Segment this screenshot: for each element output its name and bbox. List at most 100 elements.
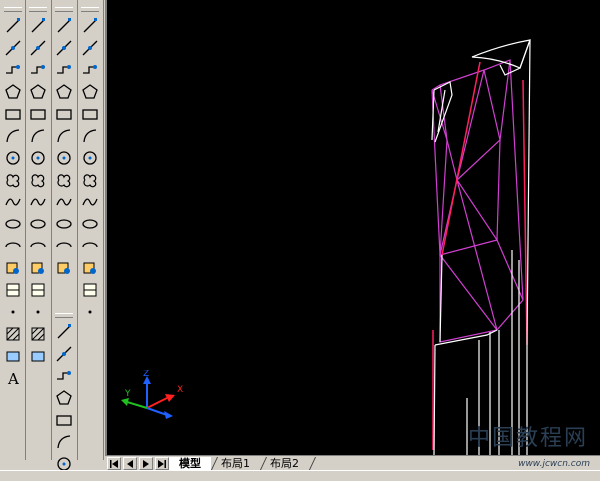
scale-button[interactable]	[27, 169, 49, 191]
z-rotate-ucs-button[interactable]	[79, 257, 101, 279]
multiline-text-button[interactable]: A	[2, 367, 24, 389]
polygon-icon	[5, 84, 21, 99]
ucs-axis-icon: Z X Y	[121, 370, 183, 419]
se-iso-button[interactable]	[53, 191, 75, 213]
fillet-button[interactable]	[27, 323, 49, 345]
flat-shaded-button[interactable]	[53, 387, 75, 409]
named-views-button[interactable]	[53, 15, 75, 37]
left-view-button[interactable]	[53, 81, 75, 103]
spline-button[interactable]	[2, 191, 24, 213]
zaxis-ucs-button[interactable]	[79, 169, 101, 191]
x-rotate-ucs-button[interactable]	[79, 213, 101, 235]
ucs-y-label: Y	[124, 389, 131, 399]
revision-cloud-button[interactable]	[2, 169, 24, 191]
next-tab-button[interactable]	[139, 457, 153, 470]
copy-button[interactable]	[27, 37, 49, 59]
line-button[interactable]	[2, 15, 24, 37]
last-tab-button[interactable]	[155, 457, 169, 470]
zaxis-ucs-icon	[83, 174, 97, 188]
rotate-icon	[31, 151, 45, 165]
chamfer-button[interactable]	[27, 301, 49, 323]
watermark-url: www.jcwcn.com	[518, 458, 590, 469]
drawing-canvas[interactable]: Z X Y 中国教程网	[105, 0, 600, 455]
previous-ucs-button[interactable]	[79, 59, 101, 81]
first-tab-button[interactable]	[107, 457, 121, 470]
point-button[interactable]	[2, 301, 24, 323]
2d-wireframe-button[interactable]	[53, 321, 75, 343]
gouraud-icon	[56, 415, 72, 426]
right-view-button[interactable]	[53, 103, 75, 125]
bottom-view-button[interactable]	[53, 59, 75, 81]
circle-button[interactable]	[2, 147, 24, 169]
tab-layout2[interactable]: 布局2	[260, 457, 309, 470]
mirror-button[interactable]	[27, 59, 49, 81]
explode-button[interactable]	[27, 345, 49, 367]
toolbar-grip[interactable]	[29, 7, 47, 12]
erase-button[interactable]	[27, 15, 49, 37]
draw-toolbar: A	[2, 6, 24, 389]
ucs-z-label: Z	[143, 370, 149, 379]
apply-ucs-button[interactable]	[79, 279, 101, 301]
top-view-button[interactable]	[53, 37, 75, 59]
region-icon	[6, 351, 20, 362]
rectangle-button[interactable]	[2, 103, 24, 125]
prev-tab-button[interactable]	[123, 457, 137, 470]
construction-line-button[interactable]	[2, 37, 24, 59]
y-rotate-ucs-button[interactable]	[79, 235, 101, 257]
toolbar-grip[interactable]	[55, 7, 73, 12]
arc-button[interactable]	[2, 125, 24, 147]
3d-wireframe-button[interactable]	[53, 343, 75, 365]
sw-iso-button[interactable]	[53, 169, 75, 191]
insert-block-button[interactable]	[2, 257, 24, 279]
nw-iso-icon	[56, 242, 72, 248]
view-ucs-button[interactable]	[79, 125, 101, 147]
front-view-button[interactable]	[53, 125, 75, 147]
ellipse-arc-button[interactable]	[2, 235, 24, 257]
tab-layout1[interactable]: 布局1	[211, 457, 260, 470]
world-ucs-button[interactable]	[79, 37, 101, 59]
ellipse-arc-icon	[5, 242, 21, 248]
ne-iso-icon	[56, 219, 72, 229]
object-ucs-button[interactable]	[79, 103, 101, 125]
array-button[interactable]	[27, 103, 49, 125]
move-icon	[31, 129, 45, 143]
chamfer-icon	[36, 310, 40, 314]
origin-ucs-button[interactable]	[79, 147, 101, 169]
construction-line-icon	[5, 40, 21, 56]
view-ucs-icon	[83, 129, 97, 143]
make-block-button[interactable]	[2, 279, 24, 301]
back-view-button[interactable]	[53, 147, 75, 169]
hatch-button[interactable]	[2, 323, 24, 345]
break-button[interactable]	[27, 257, 49, 279]
toolbar-grip[interactable]	[55, 313, 73, 318]
join-button[interactable]	[27, 279, 49, 301]
flat-edges-button[interactable]	[53, 431, 75, 453]
region-button[interactable]	[2, 345, 24, 367]
ne-iso-button[interactable]	[53, 213, 75, 235]
face-ucs-icon	[82, 84, 98, 99]
nw-iso-button[interactable]	[53, 235, 75, 257]
scale-icon	[31, 174, 45, 188]
named-ucs-button[interactable]	[79, 301, 101, 323]
hidden-button[interactable]	[53, 365, 75, 387]
move-button[interactable]	[27, 125, 49, 147]
toolbar-grip[interactable]	[4, 7, 22, 12]
offset-button[interactable]	[27, 81, 49, 103]
polyline-button[interactable]	[2, 59, 24, 81]
ucs-button[interactable]	[79, 15, 101, 37]
camera-button[interactable]	[53, 257, 75, 279]
toolbar-grip[interactable]	[81, 7, 99, 12]
tab-model[interactable]: 模型	[169, 457, 211, 470]
offset-icon	[30, 84, 46, 99]
rotate-button[interactable]	[27, 147, 49, 169]
gouraud-button[interactable]	[53, 409, 75, 431]
face-ucs-button[interactable]	[79, 81, 101, 103]
extend-button[interactable]	[27, 235, 49, 257]
trim-button[interactable]	[27, 213, 49, 235]
3point-ucs-button[interactable]	[79, 191, 101, 213]
stretch-button[interactable]	[27, 191, 49, 213]
polygon-button[interactable]	[2, 81, 24, 103]
3point-ucs-icon	[82, 198, 98, 206]
ellipse-button[interactable]	[2, 213, 24, 235]
ellipse-icon	[5, 219, 21, 229]
